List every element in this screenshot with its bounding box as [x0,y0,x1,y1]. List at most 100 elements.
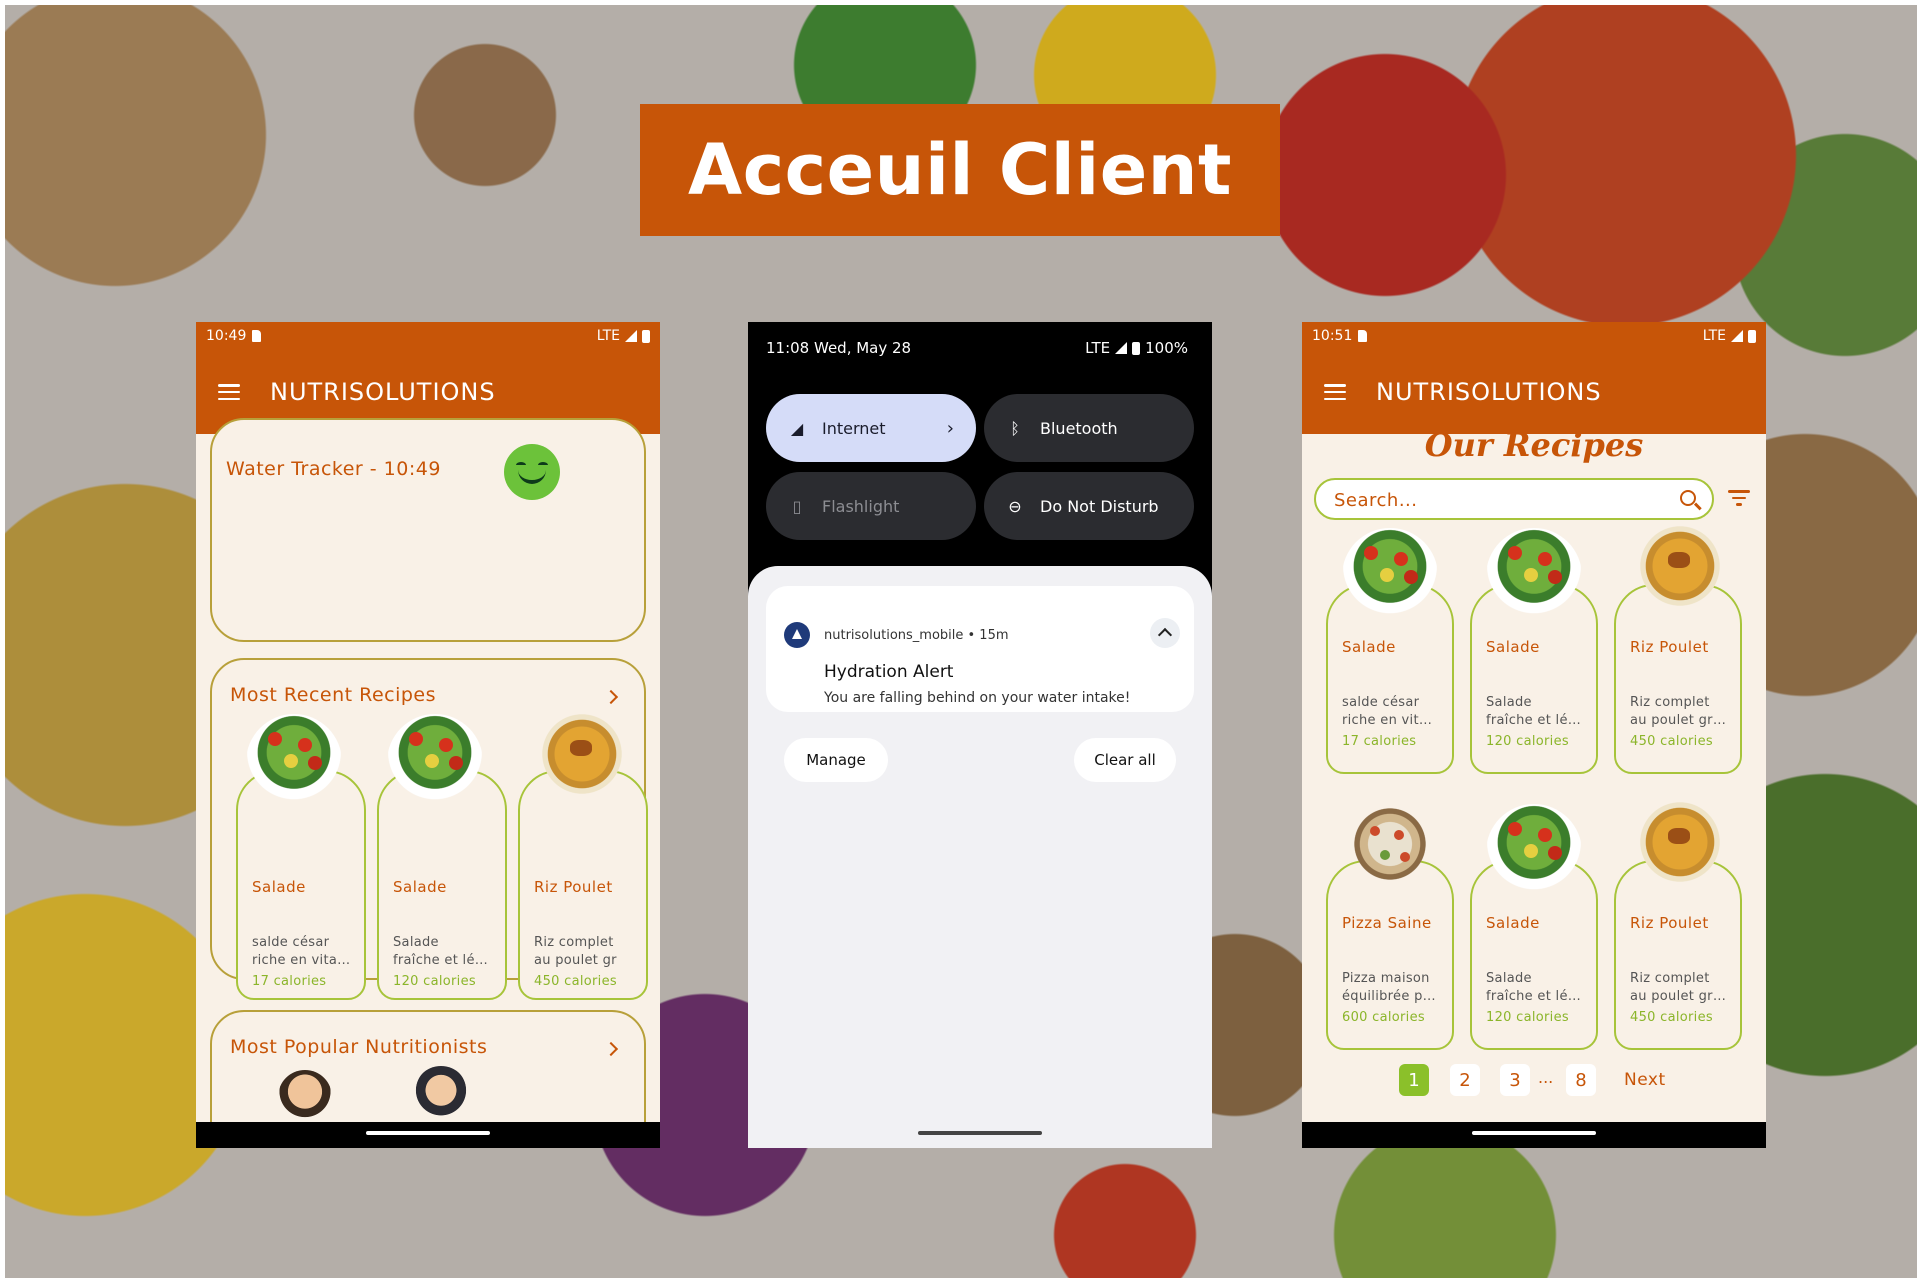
sim-icon [252,330,262,342]
notification-body: You are falling behind on your water int… [824,690,1131,706]
tile-flashlight[interactable]: ▯ Flashlight [766,472,976,540]
recipe-calories: 120 calories [1486,1010,1569,1025]
page-title: Our Recipes [1424,426,1644,464]
water-tracker-title: Water Tracker - 10:49 [226,458,441,480]
tile-label: Internet [822,418,886,438]
recipe-name: Riz Poulet [1630,638,1709,656]
smiley-icon [504,444,560,500]
recipe-card[interactable]: Salade Salade fraîche et lé… 120 calories [377,714,507,1000]
signal-icon [1115,342,1128,354]
nutritionist-avatar[interactable] [414,1066,468,1120]
app-title: NUTRISOLUTIONS [270,378,496,406]
banner-title: Acceuil Client [640,104,1280,236]
nutritionist-avatar[interactable] [278,1070,332,1124]
status-time: 10:49 [206,328,247,344]
signal-icon [1731,330,1743,342]
recipe-card[interactable]: Pizza Saine Pizza maison équilibrée p… 60… [1326,796,1454,1050]
chevron-right-icon: › [946,417,954,439]
status-network: LTE [596,328,620,344]
notification-title: Hydration Alert [824,662,954,682]
recipe-card[interactable]: Riz Poulet Riz complet au poulet gr… 450 … [1614,518,1742,774]
salad-image [387,714,483,810]
top-bar: 10:51 LTE NUTRISOLUTIONS [1302,322,1766,434]
recipe-calories: 450 calories [534,974,617,989]
manage-button[interactable]: Manage [784,738,888,782]
system-nav-bar [1302,1122,1766,1148]
recipe-calories: 450 calories [1630,1010,1713,1025]
recipe-card[interactable]: Salade salde césar riche en vita… 17 calo… [236,714,366,1000]
pizza-image [1342,796,1438,892]
status-bar: 11:08 Wed, May 28 LTE 100% [748,322,1212,374]
nutritionists-title: Most Popular Nutritionists [230,1036,488,1058]
notification-app: nutrisolutions_mobile • 15m [824,628,1009,643]
status-datetime: 11:08 Wed, May 28 [766,339,912,357]
recent-recipes-title: Most Recent Recipes [230,684,437,706]
flashlight-icon: ▯ [792,496,802,516]
page-button-last[interactable]: 8 [1566,1064,1596,1096]
collapse-icon[interactable] [1150,618,1180,648]
next-page-button[interactable]: Next [1624,1070,1666,1090]
recipe-card[interactable]: Riz Poulet Riz complet au poulet gr… 450 … [1614,794,1742,1050]
recipe-calories: 450 calories [1630,734,1713,749]
water-tracker-card [210,418,646,642]
phone-notification-screen: 11:08 Wed, May 28 LTE 100% ◢ Internet › … [748,322,1212,1148]
recipe-name: Salade [1486,638,1540,656]
battery-icon [642,329,650,343]
clear-all-button[interactable]: Clear all [1074,738,1176,782]
recipe-name: Pizza Saine [1342,914,1432,932]
filter-icon[interactable] [1728,490,1750,506]
recipe-card[interactable]: Salade salde césar riche en vit… 17 calor… [1326,528,1454,774]
page-button-2[interactable]: 2 [1450,1064,1480,1096]
system-nav-bar [748,1122,1212,1148]
riz-poulet-image [1632,794,1728,890]
sim-icon [1358,330,1368,342]
recipe-card[interactable]: Riz Poulet Riz complet au poulet gr 450 c… [518,706,648,1000]
recipe-calories: 120 calories [1486,734,1569,749]
search-icon[interactable] [1680,490,1696,506]
home-handle[interactable] [1472,1131,1596,1135]
salad-image [1342,528,1438,624]
recipe-calories: 17 calories [252,974,327,989]
status-bar: 10:49 LTE [196,322,660,350]
app-title: NUTRISOLUTIONS [1376,378,1602,406]
recipe-card[interactable]: Salade Salade fraîche et lé… 120 calories [1470,528,1598,774]
tile-bluetooth[interactable]: ᛒ Bluetooth [984,394,1194,462]
riz-poulet-image [1632,518,1728,614]
recipe-name: Salade [1486,914,1540,932]
do-not-disturb-icon: ⊖ [1008,496,1022,516]
battery-icon [1132,341,1141,355]
recipe-description: Salade fraîche et lé… [1486,971,1582,1004]
tile-label: Bluetooth [1040,418,1118,438]
tile-label: Do Not Disturb [1040,496,1159,516]
search-input[interactable]: Search... [1314,478,1714,520]
tile-internet[interactable]: ◢ Internet › [766,394,976,462]
recipe-name: Salade [393,878,447,896]
page-button-1[interactable]: 1 [1399,1064,1429,1096]
recipe-card[interactable]: Salade Salade fraîche et lé… 120 calories [1470,804,1598,1050]
page-button-3[interactable]: 3 [1500,1064,1530,1096]
recipe-name: Salade [1342,638,1396,656]
home-handle[interactable] [918,1131,1042,1135]
status-network: LTE [1085,339,1111,357]
status-network: LTE [1702,328,1726,344]
recipe-description: Salade fraîche et lé… [1486,695,1582,728]
recipe-name: Riz Poulet [1630,914,1709,932]
hydration-notification[interactable]: nutrisolutions_mobile • 15m Hydration Al… [766,586,1194,712]
phone-home-screen: 10:49 LTE NUTRISOLUTIONS Water Tracker -… [196,322,660,1148]
tile-do-not-disturb[interactable]: ⊖ Do Not Disturb [984,472,1194,540]
recipe-calories: 17 calories [1342,734,1417,749]
recipe-description: Riz complet au poulet gr [534,935,617,968]
home-handle[interactable] [366,1131,490,1135]
signal-icon [625,330,637,342]
recipe-description: Riz complet au poulet gr… [1630,695,1727,728]
battery-percent: 100% [1145,339,1188,357]
status-time: 10:51 [1312,328,1353,344]
salad-image [1486,528,1582,624]
system-nav-bar [196,1122,660,1148]
menu-icon[interactable] [1324,384,1346,400]
app-bar: NUTRISOLUTIONS [1302,350,1766,434]
recipe-name: Riz Poulet [534,878,613,896]
menu-icon[interactable] [218,384,240,400]
notification-shade: nutrisolutions_mobile • 15m Hydration Al… [748,566,1212,1148]
status-bar: 10:51 LTE [1302,322,1766,350]
